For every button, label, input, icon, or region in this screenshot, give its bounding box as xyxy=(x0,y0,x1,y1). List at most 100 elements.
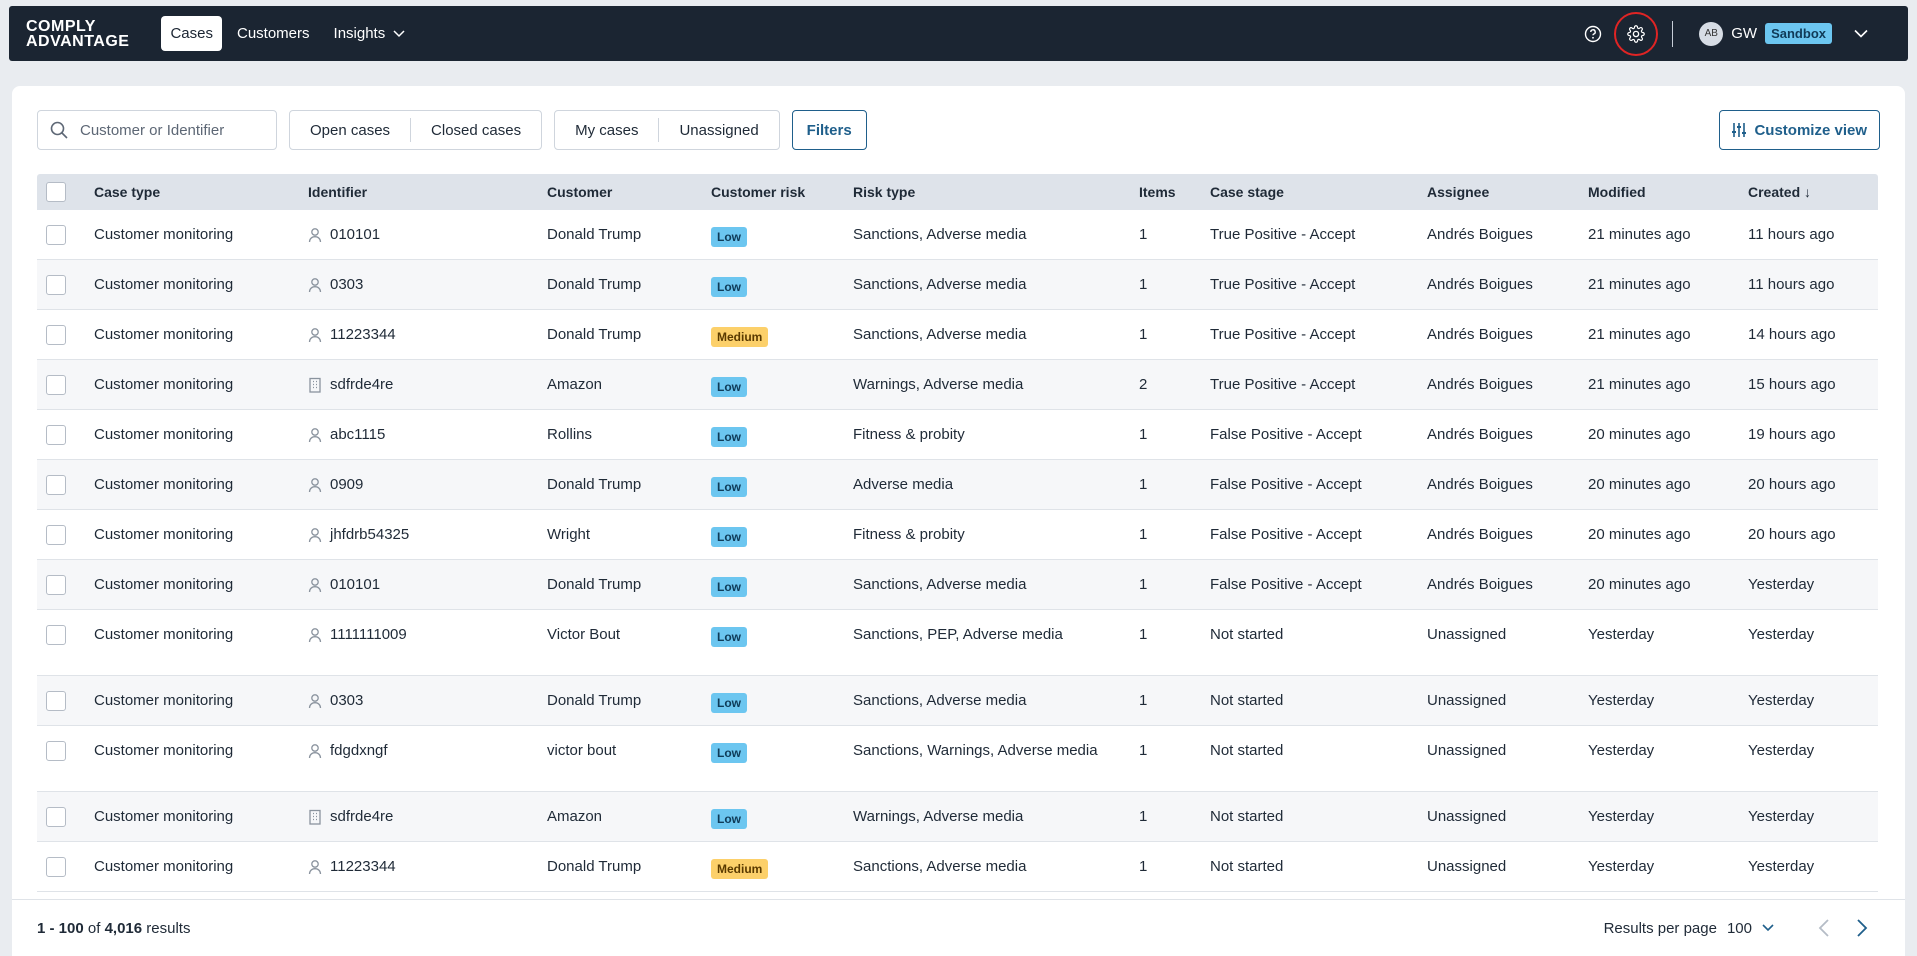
identifier-value[interactable]: 0909 xyxy=(330,475,363,495)
table-row[interactable]: Customer monitoring 11223344 Donald Trump M… xyxy=(37,310,1878,360)
risk-badge: Medium xyxy=(711,327,769,347)
next-page-icon[interactable] xyxy=(1856,919,1868,937)
identifier-value[interactable]: 11223344 xyxy=(330,325,396,345)
assignee-cell: Andrés Boigues xyxy=(1427,276,1533,293)
logo[interactable]: COMPLY ADVANTAGE xyxy=(26,18,129,49)
nav-customers[interactable]: Customers xyxy=(228,16,319,51)
closed-cases-button[interactable]: Closed cases xyxy=(410,118,541,142)
row-checkbox[interactable] xyxy=(46,525,66,545)
row-select-cell xyxy=(37,510,94,545)
row-checkbox[interactable] xyxy=(46,225,66,245)
cases-panel: Open cases Closed cases My cases Unassig… xyxy=(12,86,1905,956)
items-cell: 1 xyxy=(1139,476,1148,493)
identifier-value[interactable]: sdfrde4re xyxy=(330,375,393,395)
row-checkbox[interactable] xyxy=(46,625,66,645)
assignee-cell: Unassigned xyxy=(1427,626,1507,643)
table-row[interactable]: Customer monitoring fdgdxngf victor bout Lo… xyxy=(37,726,1878,792)
table-row[interactable]: Customer monitoring 1111111009 Victor Bout… xyxy=(37,610,1878,676)
row-checkbox[interactable] xyxy=(46,275,66,295)
identifier-value[interactable]: 010101 xyxy=(330,225,380,245)
row-checkbox[interactable] xyxy=(46,575,66,595)
risk-badge: Medium xyxy=(711,859,769,879)
assignee-cell: Andrés Boigues xyxy=(1427,376,1533,393)
case-stage-cell: False Positive - Accept xyxy=(1210,476,1362,493)
col-modified[interactable]: Modified xyxy=(1588,182,1748,202)
col-case-type[interactable]: Case type xyxy=(94,182,308,202)
row-checkbox[interactable] xyxy=(46,375,66,395)
identifier-value[interactable]: sdfrde4re xyxy=(330,807,393,827)
created-cell: 19 hours ago xyxy=(1748,426,1836,443)
user-menu-chevron-icon[interactable] xyxy=(1854,29,1868,38)
search-input[interactable] xyxy=(80,121,260,139)
row-checkbox[interactable] xyxy=(46,475,66,495)
identifier-value[interactable]: 1111111009 xyxy=(330,625,407,645)
identifier-value[interactable]: 010101 xyxy=(330,575,380,595)
row-checkbox[interactable] xyxy=(46,857,66,877)
results-per-page-select[interactable]: 100 xyxy=(1727,920,1752,937)
row-checkbox[interactable] xyxy=(46,425,66,445)
col-customer[interactable]: Customer xyxy=(547,182,711,202)
row-checkbox[interactable] xyxy=(46,691,66,711)
table-row[interactable]: Customer monitoring 0303 Donald Trump Low Sa… xyxy=(37,260,1878,310)
nav-insights[interactable]: Insights xyxy=(325,16,415,51)
modified-cell: 21 minutes ago xyxy=(1588,326,1691,343)
assignee-cell: Unassigned xyxy=(1427,692,1507,709)
col-case-stage[interactable]: Case stage xyxy=(1210,182,1427,202)
col-created[interactable]: Created ↓ xyxy=(1748,182,1878,202)
user-initials[interactable]: GW xyxy=(1731,25,1757,42)
nav-customers-label: Customers xyxy=(237,25,310,42)
col-items[interactable]: Items xyxy=(1139,182,1210,202)
risk-badge: Low xyxy=(711,427,747,447)
table-row[interactable]: Customer monitoring sdfrde4re Amazon Low War… xyxy=(37,360,1878,410)
col-assignee[interactable]: Assignee xyxy=(1427,182,1588,202)
table-row[interactable]: Customer monitoring sdfrde4re Amazon Low War… xyxy=(37,792,1878,842)
table-row[interactable]: Customer monitoring 0303 Donald Trump Low Sa… xyxy=(37,676,1878,726)
table-row[interactable]: Customer monitoring 11223344 Donald Trump M… xyxy=(37,842,1878,892)
identifier-value[interactable]: 0303 xyxy=(330,275,363,295)
table-row[interactable]: Customer monitoring 010101 Donald Trump Low… xyxy=(37,560,1878,610)
row-checkbox[interactable] xyxy=(46,741,66,761)
assignee-cell: Andrés Boigues xyxy=(1427,426,1533,443)
table-row[interactable]: Customer monitoring jhfdrb54325 Wright Low F… xyxy=(37,510,1878,560)
risk-type-cell: Sanctions, Adverse media xyxy=(853,276,1027,293)
items-cell: 1 xyxy=(1139,626,1148,643)
open-cases-button[interactable]: Open cases xyxy=(290,118,410,142)
identifier-value[interactable]: 11223344 xyxy=(330,857,396,877)
avatar[interactable]: AB xyxy=(1699,21,1724,46)
filters-button[interactable]: Filters xyxy=(791,110,867,150)
select-all-checkbox[interactable] xyxy=(46,182,66,202)
risk-badge: Low xyxy=(711,743,747,763)
risk-badge: Low xyxy=(711,627,747,647)
main-nav: Cases Customers Insights xyxy=(161,16,414,51)
prev-page-icon[interactable] xyxy=(1818,919,1830,937)
row-checkbox[interactable] xyxy=(46,807,66,827)
customer-risk-cell: Low xyxy=(711,360,853,397)
col-identifier[interactable]: Identifier xyxy=(308,182,547,202)
case-stage-cell: Not started xyxy=(1210,626,1284,643)
row-checkbox[interactable] xyxy=(46,325,66,345)
col-risk-type[interactable]: Risk type xyxy=(853,182,1139,202)
my-cases-button[interactable]: My cases xyxy=(555,118,658,142)
col-created-label: Created xyxy=(1748,184,1801,200)
identifier-value[interactable]: fdgdxngf xyxy=(330,741,388,761)
table-row[interactable]: Customer monitoring 010101 Donald Trump Low… xyxy=(37,210,1878,260)
customer-risk-cell: Low xyxy=(711,410,853,447)
search-box[interactable] xyxy=(37,110,277,150)
table-row[interactable]: Customer monitoring 0909 Donald Trump Low Ad… xyxy=(37,460,1878,510)
chevron-down-icon[interactable] xyxy=(1762,924,1774,932)
customize-view-button[interactable]: Customize view xyxy=(1719,110,1880,150)
results-of: of xyxy=(87,919,101,937)
identifier-value[interactable]: 0303 xyxy=(330,691,363,711)
case-stage-cell: Not started xyxy=(1210,692,1284,709)
table-row[interactable]: Customer monitoring abc1115 Rollins Low Fitn… xyxy=(37,410,1878,460)
settings-button[interactable] xyxy=(1614,11,1659,56)
col-customer-risk[interactable]: Customer risk xyxy=(711,182,853,202)
unassigned-button[interactable]: Unassigned xyxy=(658,118,778,142)
person-icon xyxy=(308,427,322,449)
help-button[interactable] xyxy=(1576,17,1610,51)
nav-cases[interactable]: Cases xyxy=(161,16,222,51)
identifier-value[interactable]: abc1115 xyxy=(330,425,385,445)
identifier-value[interactable]: jhfdrb54325 xyxy=(330,525,409,545)
sliders-icon xyxy=(1732,123,1747,137)
person-icon xyxy=(308,277,322,299)
